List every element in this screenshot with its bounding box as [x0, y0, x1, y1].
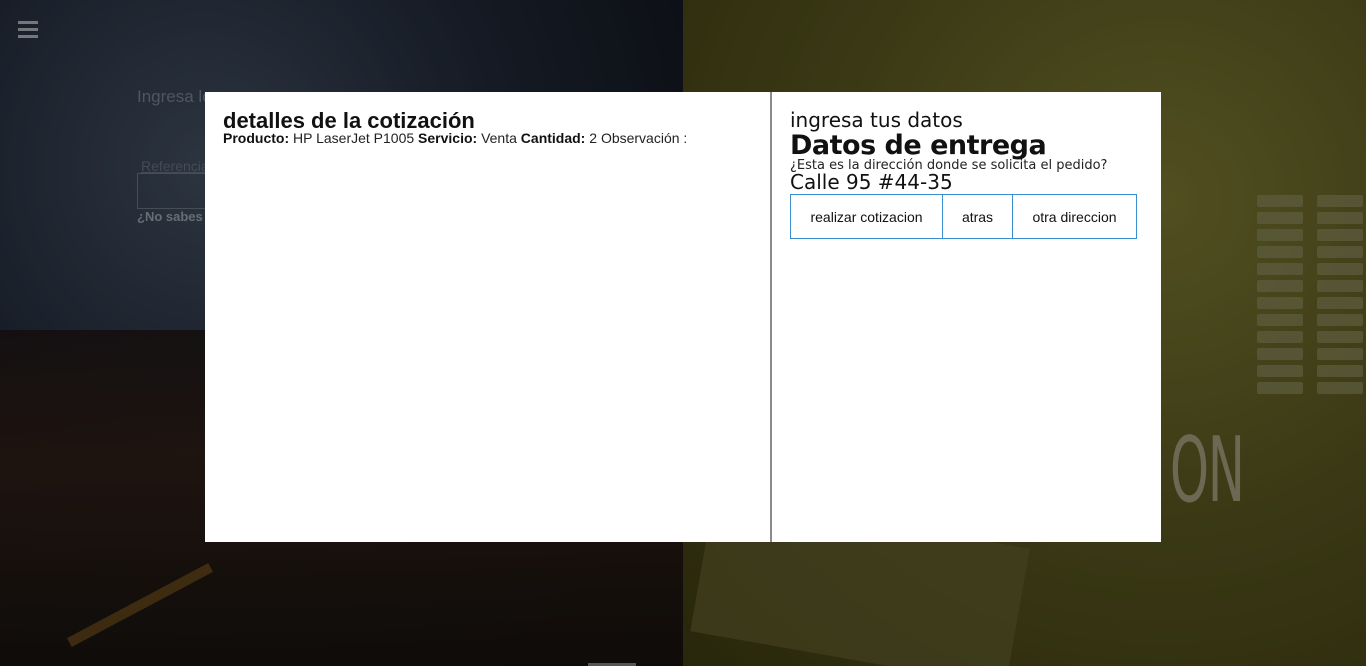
- atras-button[interactable]: atras: [943, 194, 1013, 239]
- cantidad-value: 2: [589, 130, 598, 146]
- delivery-title: Datos de entrega: [790, 130, 1047, 161]
- producto-label: Producto:: [223, 130, 290, 146]
- delivery-button-group: realizar cotizacion atras otra direccion: [790, 194, 1137, 239]
- delivery-address: Calle 95 #44-35: [790, 170, 953, 194]
- observacion-label: Observación :: [600, 130, 688, 146]
- delivery-data-panel: ingresa tus datos Datos de entrega ¿Esta…: [772, 92, 1161, 542]
- servicio-value: Venta: [481, 130, 517, 146]
- cantidad-label: Cantidad:: [520, 130, 586, 146]
- delivery-subtitle: ingresa tus datos: [790, 108, 963, 132]
- otra-direccion-button[interactable]: otra direccion: [1013, 194, 1137, 239]
- quote-modal: detalles de la cotización Producto: HP L…: [205, 92, 1161, 542]
- servicio-label: Servicio:: [418, 130, 478, 146]
- quote-details-panel: detalles de la cotización Producto: HP L…: [205, 92, 772, 542]
- realizar-cotizacion-button[interactable]: realizar cotizacion: [790, 194, 943, 239]
- producto-value: HP LaserJet P1005: [293, 130, 415, 146]
- quote-details-line: Producto: HP LaserJet P1005 Servicio: Ve…: [223, 130, 687, 146]
